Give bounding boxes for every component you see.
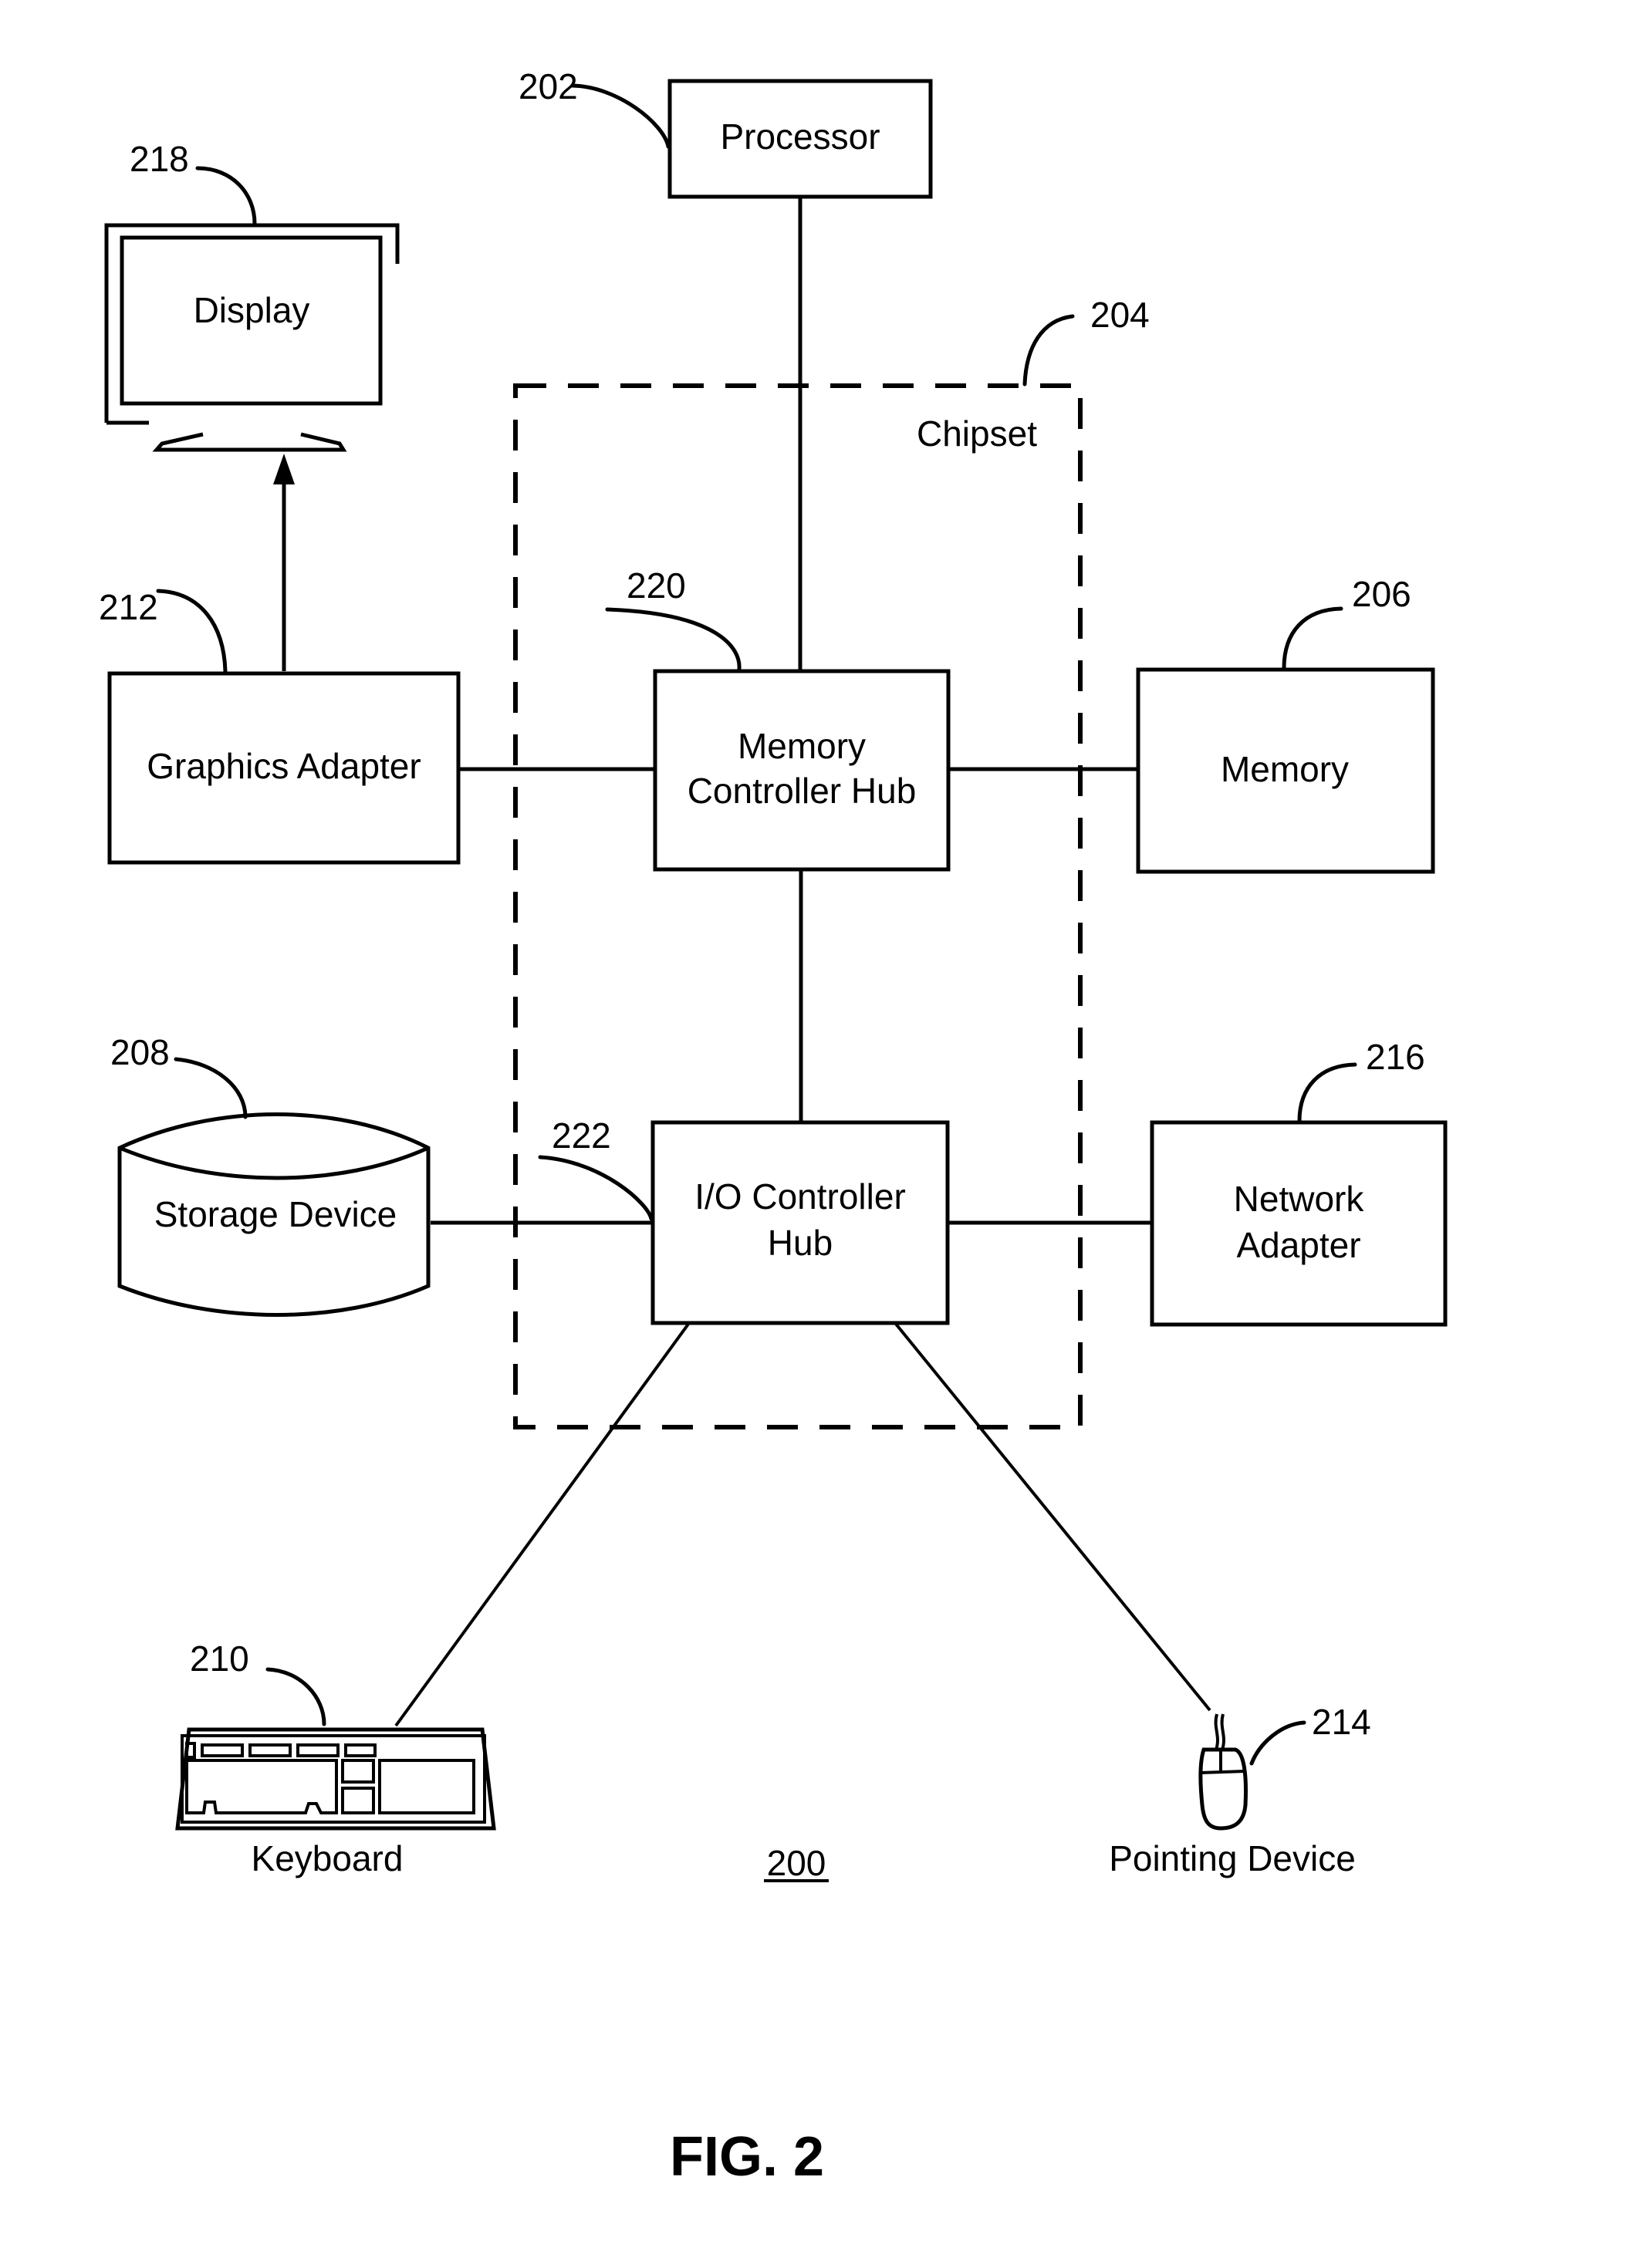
display-ref-leader (195, 166, 257, 226)
graphics-ref-leader (156, 589, 228, 673)
io-controller-hub-block: I/O Controller Hub (650, 1120, 950, 1325)
graphics-adapter-block: Graphics Adapter (107, 671, 461, 865)
processor-ref-leader (570, 83, 671, 149)
display-monitor-icon: Display (104, 223, 400, 452)
memory-ref: 206 (1352, 574, 1411, 614)
ioch-ref: 222 (552, 1115, 611, 1156)
mch-label-line2: Controller Hub (688, 771, 917, 811)
graphics-ref: 212 (99, 587, 158, 627)
memory-block: Memory (1136, 667, 1435, 874)
processor-label: Processor (720, 116, 880, 157)
ioch-ref-leader (538, 1155, 654, 1221)
figure-caption: FIG. 2 (670, 2126, 824, 2188)
storage-label: Storage Device (154, 1194, 397, 1234)
chipset-ref-leader (1022, 314, 1075, 386)
network-ref-leader (1297, 1062, 1357, 1123)
chipset-ref: 204 (1090, 295, 1150, 335)
keyboard-ref: 210 (190, 1639, 249, 1679)
mch-ref: 220 (627, 565, 686, 606)
wire-ioch-pointing (894, 1321, 1211, 1712)
wire-ioch-keyboard (394, 1321, 691, 1727)
network-label-line2: Adapter (1236, 1225, 1360, 1265)
pointing-ref: 214 (1312, 1702, 1371, 1742)
storage-ref-leader (174, 1057, 248, 1119)
keyboard-ref-leader (265, 1667, 326, 1726)
memory-ref-leader (1282, 606, 1343, 670)
pointing-ref-leader (1249, 1720, 1306, 1766)
memory-label: Memory (1221, 749, 1349, 789)
memory-controller-hub-block: Memory Controller Hub (653, 669, 951, 872)
network-adapter-block: Network Adapter (1150, 1120, 1448, 1327)
storage-ref: 208 (110, 1032, 170, 1072)
mch-label-line1: Memory (738, 726, 866, 766)
arrow-to-display-icon (273, 454, 295, 484)
mch-ref-leader (605, 607, 742, 671)
display-ref: 218 (130, 139, 189, 179)
pointing-label: Pointing Device (1109, 1838, 1356, 1878)
display-label: Display (194, 290, 310, 330)
ioch-label-line2: Hub (768, 1223, 833, 1263)
system-ref: 200 (767, 1843, 826, 1883)
ioch-label-line1: I/O Controller (694, 1176, 906, 1217)
processor-ref: 202 (519, 66, 578, 106)
graphics-label: Graphics Adapter (147, 746, 421, 786)
processor-block: Processor (667, 79, 933, 199)
storage-device-cylinder: Storage Device (117, 1112, 431, 1317)
keyboard-label: Keyboard (252, 1838, 404, 1878)
keyboard-icon: Keyboard (175, 1727, 496, 1878)
network-ref: 216 (1366, 1037, 1425, 1077)
network-label-line1: Network (1234, 1179, 1365, 1219)
computer-architecture-diagram: Chipset 204 Processor 202 Memory Control… (99, 66, 1448, 2188)
chipset-label: Chipset (917, 413, 1037, 454)
